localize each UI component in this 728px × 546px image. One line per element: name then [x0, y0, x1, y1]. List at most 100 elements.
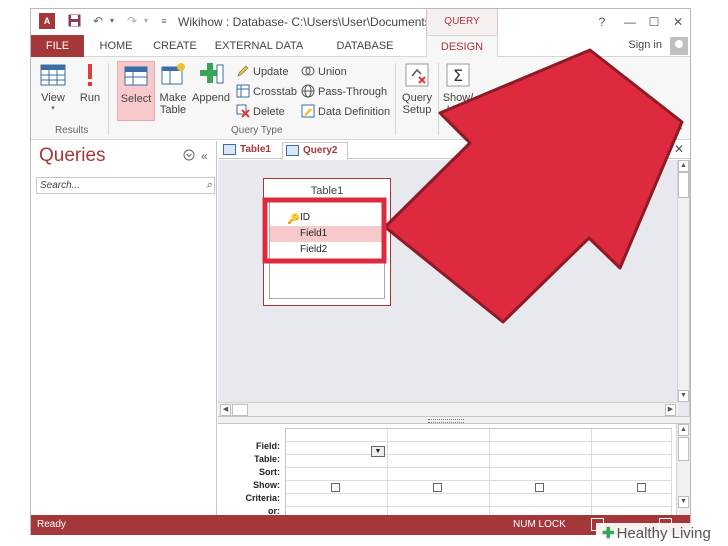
avatar[interactable] [670, 37, 688, 55]
access-app-icon[interactable]: A [39, 13, 55, 29]
grid-vertical-scrollbar[interactable]: ▲ ▼ [676, 424, 690, 515]
search-icon[interactable]: ⌕ [206, 179, 212, 192]
grid-cell[interactable] [388, 429, 490, 442]
tab-create[interactable]: CREATE [147, 35, 203, 57]
undo-dropdown-icon[interactable]: ▾ [105, 14, 119, 28]
show-checkbox[interactable] [637, 483, 646, 492]
union-button[interactable]: Union [301, 63, 347, 81]
grid-cell[interactable] [592, 442, 672, 455]
grid-cell[interactable] [388, 481, 490, 494]
tab-external-data[interactable]: EXTERNAL DATA [213, 35, 305, 57]
grid-cell[interactable] [490, 481, 592, 494]
show-hide-button[interactable]: Σ Show/ Hide [441, 61, 475, 116]
grid-cell[interactable] [286, 468, 388, 481]
tab-table1[interactable]: Table1 [220, 142, 280, 160]
datasheet-view-icon [40, 64, 66, 86]
grid-cell[interactable] [490, 442, 592, 455]
grid-cell[interactable] [592, 494, 672, 507]
grid-cell[interactable] [286, 429, 388, 442]
pane-splitter[interactable] [218, 416, 690, 424]
grid-cell[interactable] [286, 481, 388, 494]
field-list: 🔑 ID Field1 Field2 [269, 201, 385, 299]
nav-pane-title[interactable]: Queries [39, 145, 106, 167]
tab-table1-label: Table1 [240, 144, 271, 155]
close-button[interactable]: ✕ [667, 13, 689, 31]
table-field-list-title[interactable]: Table1 [264, 185, 390, 197]
grid-cell[interactable] [490, 494, 592, 507]
grid-cell[interactable] [388, 468, 490, 481]
tab-database-tools[interactable]: DATABASE TOOLS [317, 35, 413, 74]
union-icon [301, 66, 315, 76]
query-design-pane[interactable]: Table1 🔑 ID Field1 Field2 ▲ ▼ ◀ ▶ [218, 160, 690, 416]
run-button[interactable]: Run [75, 61, 105, 104]
redo-icon[interactable]: ↷ [125, 14, 139, 28]
update-button[interactable]: Update [236, 63, 288, 81]
collapse-ribbon-icon[interactable]: ⌃ [676, 126, 684, 137]
crosstab-button[interactable]: Crosstab [236, 83, 297, 101]
group-query-type-label: Query Type [231, 125, 283, 136]
maximize-button[interactable]: ☐ [643, 13, 665, 31]
upper-vertical-scrollbar[interactable]: ▲ ▼ [677, 160, 689, 402]
data-definition-button[interactable]: Data Definition [301, 103, 390, 121]
run-label: Run [79, 92, 101, 104]
shutter-bar-close-icon[interactable]: « [201, 149, 208, 163]
scroll-left-icon[interactable]: ◀ [220, 404, 231, 416]
show-checkbox[interactable] [433, 483, 442, 492]
help-button[interactable]: ? [591, 13, 613, 31]
scroll-down-icon[interactable]: ▼ [678, 390, 689, 402]
grid-cell[interactable]: ▼ [286, 442, 388, 457]
query-setup-button[interactable]: Query Setup [399, 61, 435, 116]
grid-cell[interactable] [592, 468, 672, 481]
scroll-down-icon[interactable]: ▼ [678, 496, 689, 508]
tab-file[interactable]: FILE [31, 35, 84, 57]
tab-query2-label: Query2 [303, 145, 338, 156]
scroll-right-icon[interactable]: ▶ [665, 404, 676, 416]
scroll-thumb[interactable] [678, 172, 689, 198]
close-document-icon[interactable]: ✕ [674, 142, 684, 156]
save-icon[interactable] [67, 14, 81, 28]
grid-cell[interactable] [490, 429, 592, 442]
grid-cell[interactable] [592, 429, 672, 442]
minimize-button[interactable]: — [619, 13, 641, 31]
append-button[interactable]: Append [191, 61, 231, 104]
customize-qat-icon[interactable]: ≡ [157, 14, 171, 28]
nav-menu-dropdown-icon[interactable] [183, 149, 195, 164]
grid-cell[interactable] [490, 455, 592, 468]
undo-icon[interactable]: ↶ [91, 14, 105, 28]
upper-horizontal-scrollbar[interactable]: ◀ ▶ [218, 402, 678, 416]
show-checkbox[interactable] [535, 483, 544, 492]
grid-cell[interactable] [388, 455, 490, 468]
tab-design[interactable]: DESIGN [426, 35, 498, 58]
delete-button[interactable]: Delete [236, 103, 285, 121]
qbe-grid[interactable]: ▼ [285, 428, 672, 520]
scroll-thumb[interactable] [232, 404, 248, 416]
field-item-field2[interactable]: Field2 [270, 242, 384, 258]
make-table-button[interactable]: Make Table [157, 61, 189, 116]
row-label-table: Table: [254, 454, 280, 464]
tab-query2[interactable]: Query2 [282, 142, 348, 160]
nav-search-input[interactable]: Search... ⌕ [36, 177, 215, 194]
tab-home[interactable]: HOME [93, 35, 139, 57]
grid-cell[interactable] [592, 481, 672, 494]
scroll-up-icon[interactable]: ▲ [678, 424, 689, 436]
grid-cell[interactable] [388, 494, 490, 507]
grid-cell[interactable] [490, 468, 592, 481]
make-table-icon [161, 63, 185, 85]
scroll-thumb[interactable] [678, 437, 689, 461]
grid-cell[interactable] [388, 442, 490, 455]
grid-cell[interactable] [286, 494, 388, 507]
show-checkbox[interactable] [331, 483, 340, 492]
pass-through-button[interactable]: Pass-Through [301, 83, 387, 101]
field-item-field1[interactable]: Field1 [270, 226, 384, 242]
view-button[interactable]: View ▾ [35, 61, 71, 112]
grid-cell[interactable] [592, 455, 672, 468]
totals-sigma-icon: Σ [446, 63, 470, 87]
scroll-up-icon[interactable]: ▲ [678, 160, 689, 172]
sign-in-link[interactable]: Sign in [628, 39, 662, 51]
field-item-id[interactable]: 🔑 ID [270, 210, 384, 226]
access-window: A ↶ ▾ ↷ ▾ ≡ Wikihow : Database- C:\Users… [30, 8, 691, 535]
select-button[interactable]: Select [117, 61, 155, 121]
redo-dropdown-icon[interactable]: ▾ [139, 14, 153, 28]
grid-cell[interactable] [286, 455, 388, 468]
table-field-list[interactable]: Table1 🔑 ID Field1 Field2 [263, 178, 391, 306]
